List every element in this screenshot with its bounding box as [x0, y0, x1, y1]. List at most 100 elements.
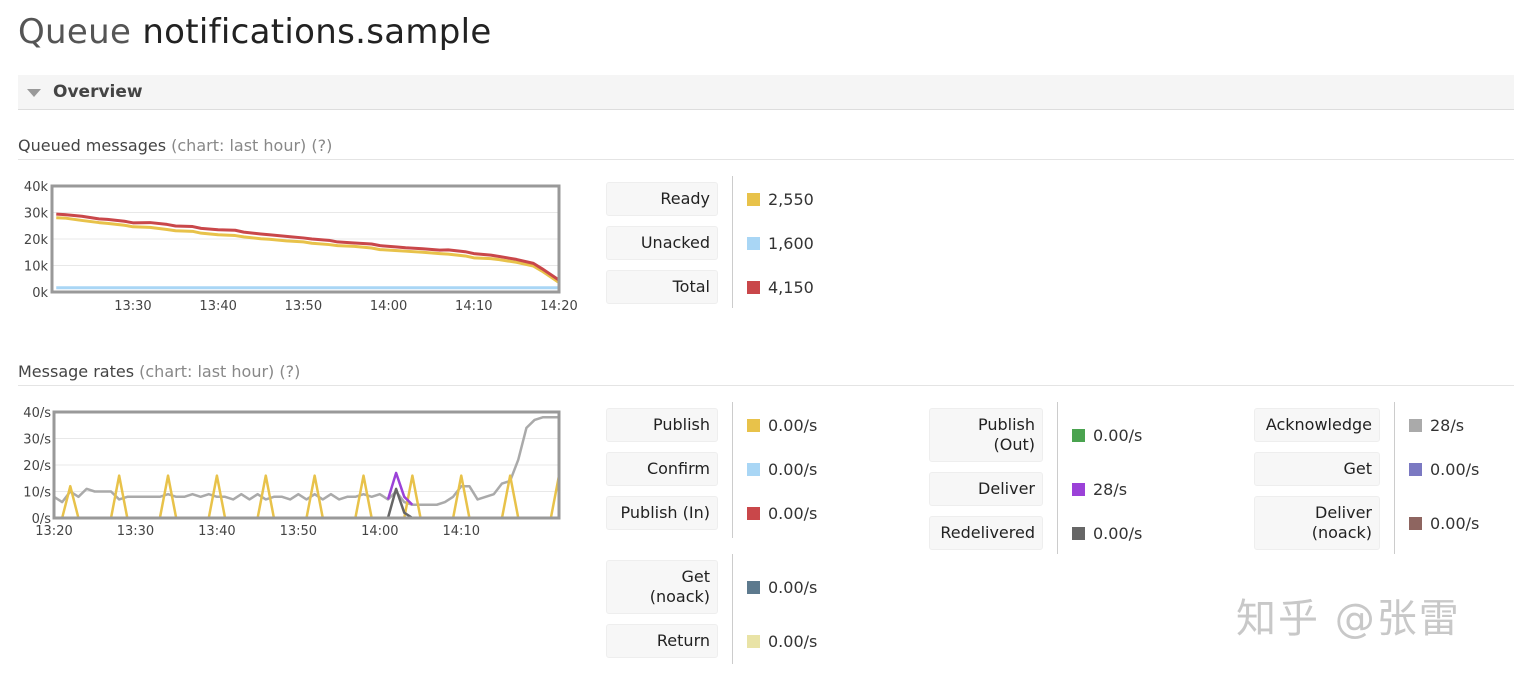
- stat-label-return: Return: [606, 624, 718, 658]
- legend-swatch: [747, 192, 760, 206]
- x-tick-label: 13:40: [198, 524, 235, 539]
- stats-divider: [1394, 402, 1395, 554]
- message-rates-heading: Message rates (chart: last hour) (?): [18, 362, 300, 381]
- stat-value-redelivered: 0.00/s: [1072, 521, 1142, 545]
- stat-value-publish-out: 0.00/s: [1072, 423, 1142, 447]
- stat-label-unacked: Unacked: [606, 226, 718, 260]
- stats-divider: [732, 402, 733, 538]
- stat-label-publish-in: Publish (In): [606, 496, 718, 530]
- stat-value-confirm: 0.00/s: [747, 457, 817, 481]
- queued-messages-heading: Queued messages (chart: last hour) (?): [18, 136, 332, 155]
- x-tick-label: 14:00: [361, 524, 398, 539]
- stat-label-text: Publish: [652, 415, 710, 434]
- legend-swatch: [1072, 428, 1085, 442]
- legend-swatch: [747, 280, 760, 294]
- queued-messages-chart-note[interactable]: (chart: last hour) (?): [171, 136, 332, 155]
- stat-value-publish-in: 0.00/s: [747, 501, 817, 525]
- stat-value-text: 0.00/s: [1093, 523, 1143, 543]
- stat-label-get-noack: Get (noack): [606, 560, 718, 614]
- stat-label-text: Publish: [977, 415, 1035, 434]
- stat-value-ready: 2,550: [747, 187, 814, 211]
- overview-section-title: Overview: [53, 82, 143, 102]
- legend-swatch: [747, 506, 760, 520]
- message-rates-chart-note[interactable]: (chart: last hour) (?): [139, 362, 300, 381]
- stat-label-text: Unacked: [640, 233, 710, 252]
- page-title-queue-name: notifications.sample: [142, 12, 492, 52]
- stat-label-total: Total: [606, 270, 718, 304]
- x-tick-label: 13:40: [199, 299, 236, 314]
- stat-label-text: Total: [672, 277, 710, 296]
- stat-label-text: Deliver: [978, 479, 1035, 498]
- y-tick-label: 10k: [24, 260, 49, 275]
- stat-value-get-noack: 0.00/s: [747, 575, 817, 599]
- stat-value-text: 2,550: [768, 189, 814, 209]
- stat-value-text: 0.00/s: [768, 503, 818, 523]
- stat-label-deliver-noack: Deliver (noack): [1254, 496, 1380, 550]
- legend-swatch: [747, 580, 760, 594]
- stat-value-text: 0.00/s: [768, 631, 818, 651]
- stat-label-text: Deliver: [1315, 503, 1372, 522]
- stats-divider: [732, 554, 733, 664]
- stat-value-text: 0.00/s: [1093, 425, 1143, 445]
- stat-label-publish: Publish: [606, 408, 718, 442]
- stat-label-confirm: Confirm: [606, 452, 718, 486]
- stat-value-text: 0.00/s: [768, 459, 818, 479]
- x-tick-label: 13:20: [35, 524, 72, 539]
- stats-divider: [1057, 402, 1058, 554]
- stat-value-text: 1,600: [768, 233, 814, 253]
- legend-swatch: [1072, 526, 1085, 540]
- stat-label-deliver: Deliver: [929, 472, 1043, 506]
- y-tick-label: 20/s: [23, 459, 51, 474]
- stat-label-text: (Out): [993, 435, 1036, 454]
- stat-value-text: 0.00/s: [768, 415, 818, 435]
- stat-label-text: (noack): [649, 587, 710, 606]
- y-tick-label: 20k: [24, 233, 49, 248]
- stat-value-text: 0.00/s: [1430, 459, 1480, 479]
- stat-value-text: 0.00/s: [1430, 513, 1480, 533]
- stat-label-redelivered: Redelivered: [929, 516, 1043, 550]
- legend-swatch: [1409, 418, 1422, 432]
- watermark: 知乎 @张雷: [1236, 596, 1461, 642]
- divider: [18, 385, 1514, 386]
- series-line-ready: [56, 216, 560, 284]
- stat-label-text: (noack): [1311, 523, 1372, 542]
- stat-label-text: Return: [656, 631, 710, 650]
- stat-label-text: Confirm: [646, 459, 710, 478]
- x-tick-label: 13:30: [114, 299, 151, 314]
- x-tick-label: 14:20: [540, 299, 577, 314]
- stat-label-publish-out: Publish (Out): [929, 408, 1043, 462]
- legend-swatch: [747, 418, 760, 432]
- legend-swatch: [1072, 482, 1085, 496]
- stat-label-acknowledge: Acknowledge: [1254, 408, 1380, 442]
- x-tick-label: 14:00: [370, 299, 407, 314]
- stat-value-text: 4,150: [768, 277, 814, 297]
- stat-value-acknowledge: 28/s: [1409, 413, 1464, 437]
- legend-swatch: [747, 236, 760, 250]
- stat-value-deliver-noack: 0.00/s: [1409, 511, 1479, 535]
- legend-swatch: [1409, 462, 1422, 476]
- y-tick-label: 30/s: [23, 433, 51, 448]
- stat-label-text: Get: [1343, 459, 1372, 478]
- stat-value-unacked: 1,600: [747, 231, 814, 255]
- stat-label-text: Redelivered: [940, 523, 1035, 542]
- y-tick-label: 40k: [24, 180, 49, 195]
- y-tick-label: 30k: [24, 207, 49, 222]
- queued-messages-chart: 40k 30k 20k 10k 0k 13:30 13:40 13:50 14:00 14:10…: [24, 180, 578, 314]
- y-tick-label: 0k: [32, 286, 48, 301]
- stat-value-get: 0.00/s: [1409, 457, 1479, 481]
- stats-divider: [732, 176, 733, 308]
- stat-value-publish: 0.00/s: [747, 413, 817, 437]
- stat-label-text: Acknowledge: [1265, 415, 1372, 434]
- x-tick-label: 13:30: [117, 524, 154, 539]
- x-tick-label: 13:50: [285, 299, 322, 314]
- x-tick-label: 13:50: [280, 524, 317, 539]
- stat-value-total: 4,150: [747, 275, 814, 299]
- stat-label-text: Publish (In): [620, 503, 710, 522]
- divider: [18, 159, 1514, 160]
- overview-section-toggle[interactable]: Overview: [18, 75, 1514, 110]
- queued-messages-title: Queued messages: [18, 136, 167, 155]
- stat-label-text: Get: [681, 567, 710, 586]
- stat-value-deliver: 28/s: [1072, 477, 1127, 501]
- page-title-prefix: Queue: [18, 12, 132, 52]
- series-line-total: [56, 212, 560, 282]
